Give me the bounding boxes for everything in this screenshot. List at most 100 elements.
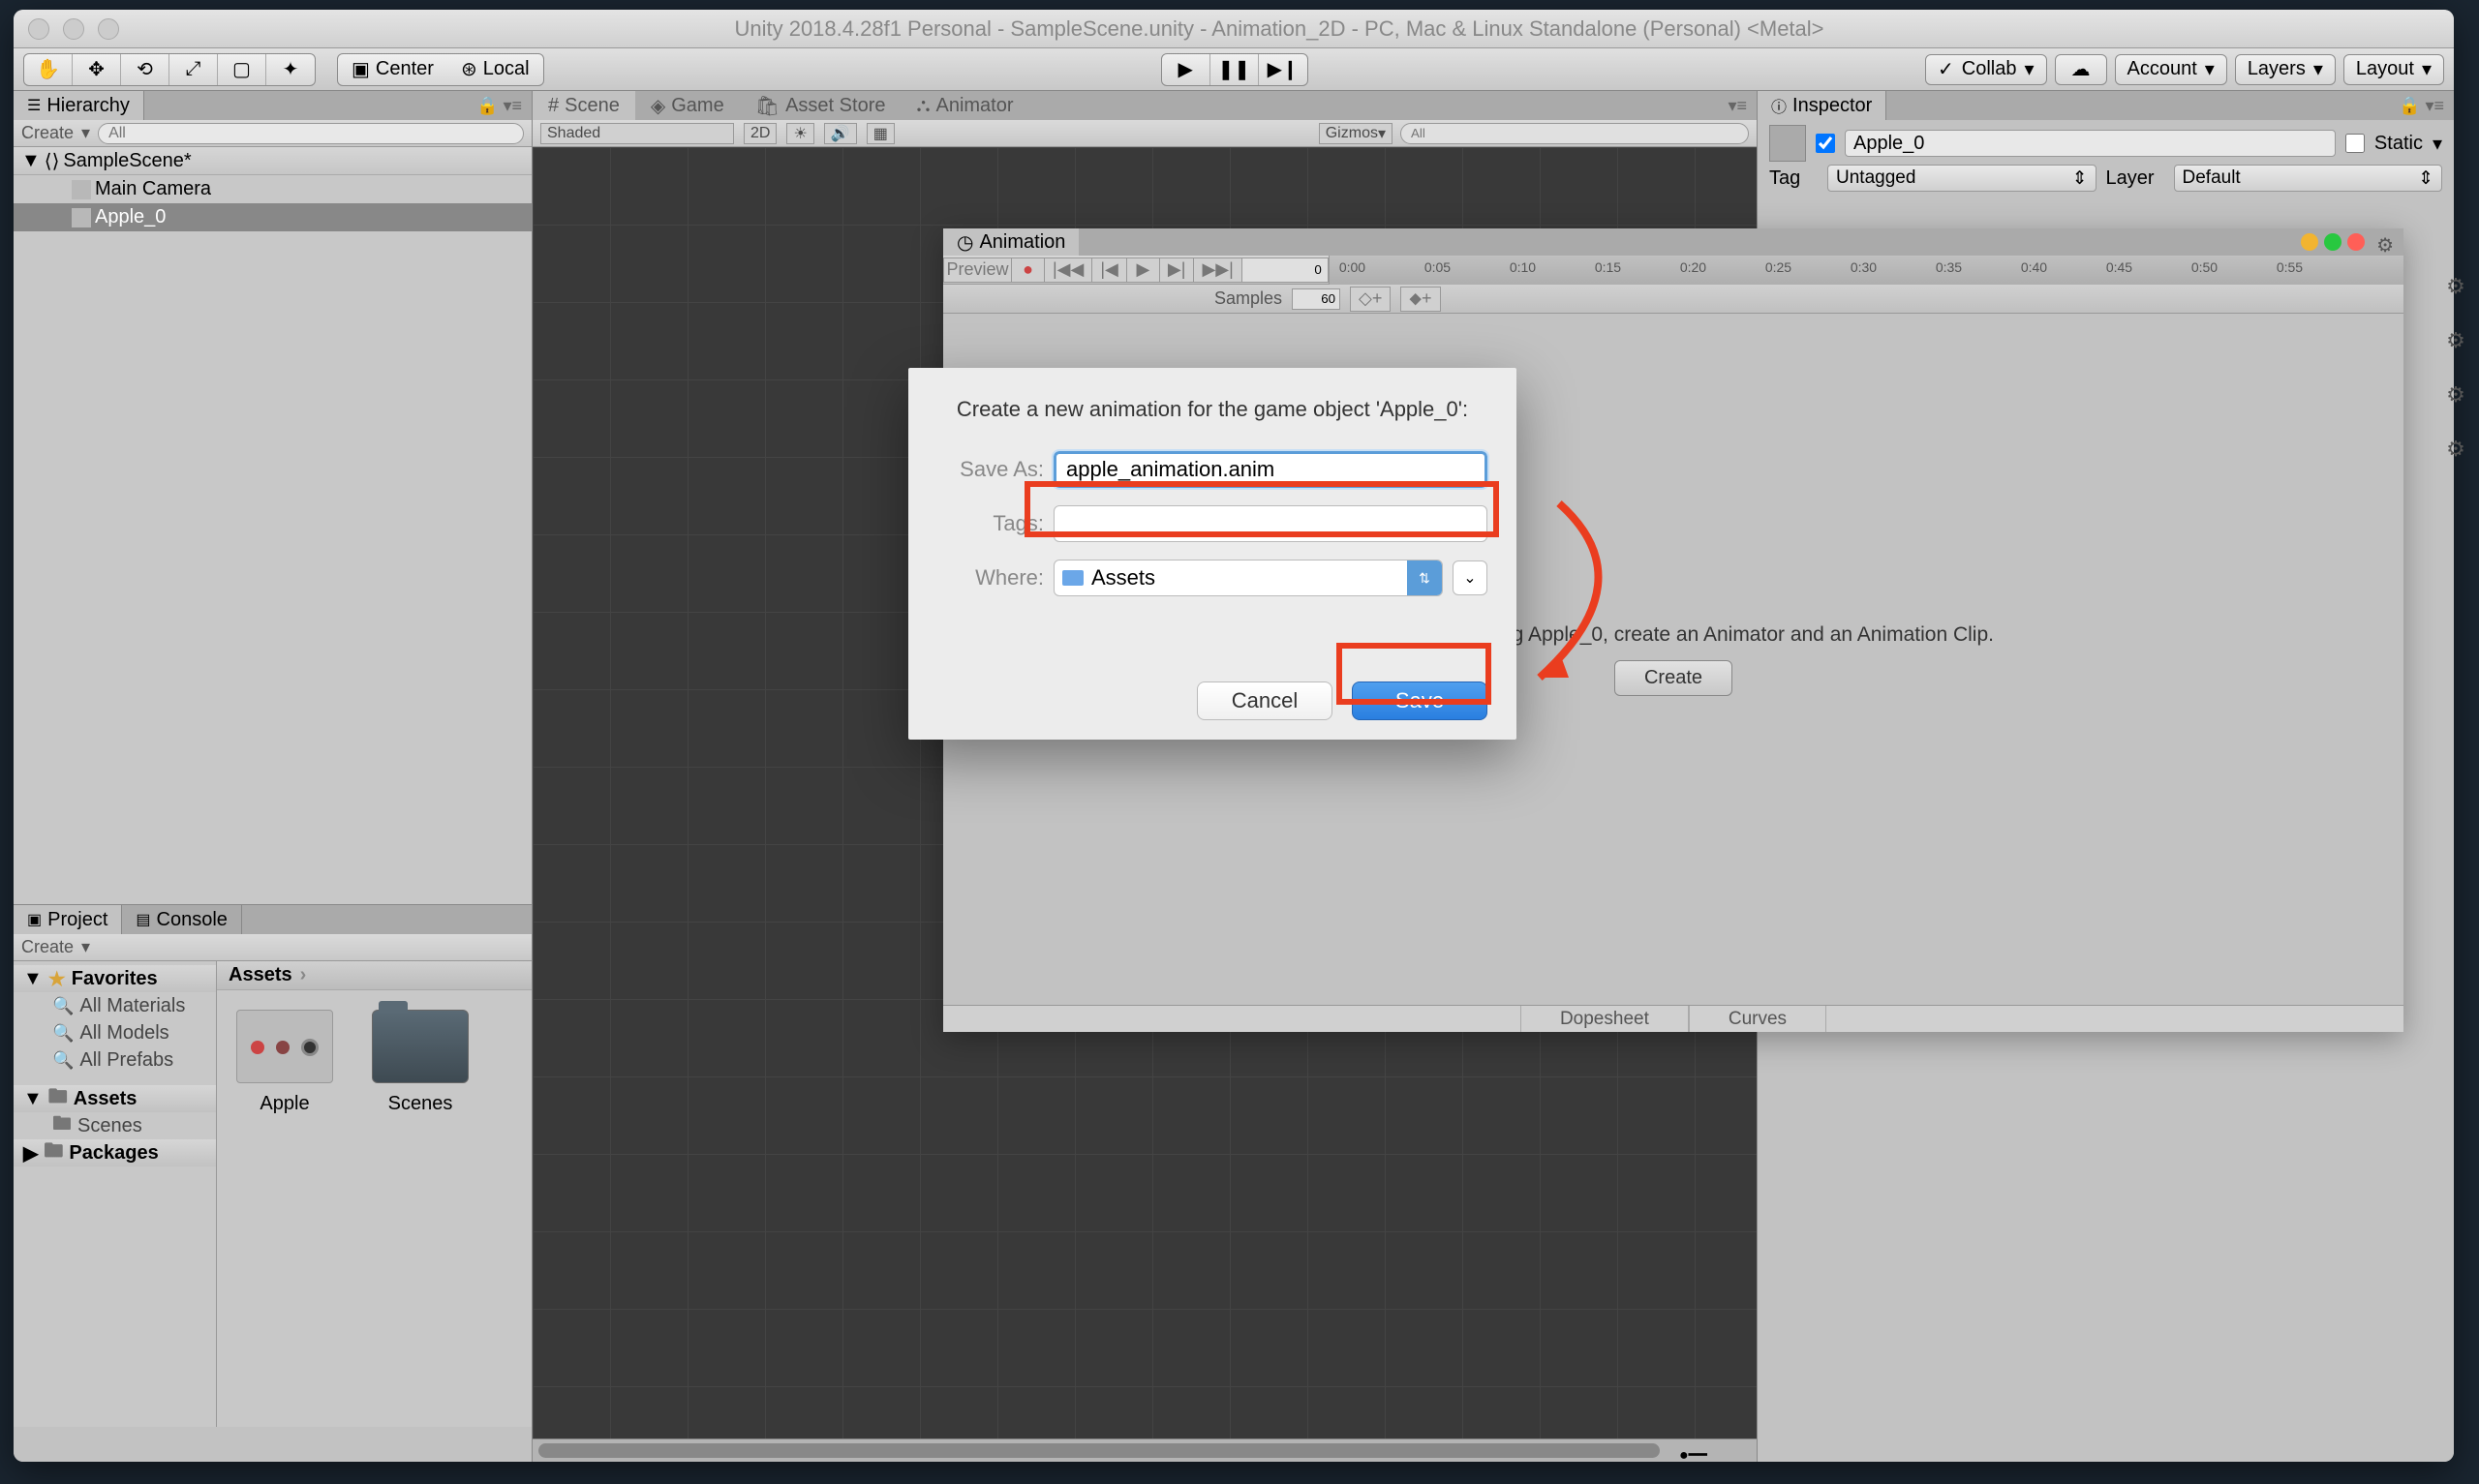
center-button[interactable]: ▣Center bbox=[338, 54, 447, 85]
2d-toggle[interactable]: 2D bbox=[744, 123, 777, 144]
game-tab[interactable]: ◈Game bbox=[635, 91, 740, 120]
collab-dropdown[interactable]: ✓Collab▾ bbox=[1925, 54, 2047, 85]
panel-menu[interactable]: ▾≡ bbox=[1728, 96, 1757, 116]
frame-field[interactable] bbox=[1241, 257, 1329, 283]
minimize-icon[interactable] bbox=[2301, 233, 2318, 251]
scene-root[interactable]: ▼ ⟨⟩ SampleScene* bbox=[14, 147, 532, 175]
local-button[interactable]: ⊛Local bbox=[447, 54, 543, 85]
lighting-toggle[interactable]: ☀ bbox=[786, 123, 813, 144]
layout-dropdown[interactable]: Layout▾ bbox=[2343, 54, 2444, 85]
fx-toggle[interactable]: ▦ bbox=[867, 123, 895, 144]
tags-input[interactable] bbox=[1054, 505, 1487, 542]
folder-item[interactable]: 🖿Scenes bbox=[14, 1112, 216, 1139]
create-dropdown[interactable]: Create bbox=[21, 123, 74, 143]
where-dropdown[interactable]: Assets ⇅ bbox=[1054, 560, 1443, 596]
scene-tab[interactable]: #Scene bbox=[533, 91, 635, 120]
hierarchy-item[interactable]: Main Camera bbox=[14, 175, 532, 203]
cancel-button[interactable]: Cancel bbox=[1197, 681, 1332, 720]
packages-header[interactable]: ▶ 🖿 Packages bbox=[14, 1139, 216, 1166]
scene-search[interactable] bbox=[1400, 123, 1749, 144]
scale-tool[interactable]: ⤢ bbox=[169, 54, 218, 85]
gear-icon[interactable]: ⚙ bbox=[2376, 233, 2394, 257]
component-gear-icon[interactable]: ⚙ bbox=[2440, 325, 2471, 356]
layers-dropdown[interactable]: Layers▾ bbox=[2235, 54, 2336, 85]
close-window-button[interactable] bbox=[28, 18, 49, 40]
asset-store-tab[interactable]: 🛍Asset Store bbox=[740, 91, 902, 120]
close-icon[interactable] bbox=[2347, 233, 2365, 251]
project-tab[interactable]: ▣Project bbox=[14, 905, 122, 934]
assets-grid[interactable]: Apple Scenes bbox=[217, 990, 532, 1135]
hand-tool[interactable]: ✋ bbox=[24, 54, 73, 85]
curves-tab[interactable]: Curves bbox=[1689, 1006, 1826, 1032]
move-tool[interactable]: ✥ bbox=[73, 54, 121, 85]
cloud-button[interactable]: ☁ bbox=[2055, 54, 2107, 85]
project-tree[interactable]: ▼ ★ Favorites 🔍All Materials 🔍All Models… bbox=[14, 961, 217, 1427]
lock-icon[interactable]: 🔒 ▾≡ bbox=[476, 96, 532, 116]
hierarchy-tab[interactable]: ☰Hierarchy bbox=[14, 91, 144, 120]
favorites-header[interactable]: ▼ ★ Favorites bbox=[14, 965, 216, 992]
step-button[interactable]: ▶❙ bbox=[1259, 54, 1307, 85]
chevron-down-icon[interactable]: ▾ bbox=[2433, 132, 2442, 156]
window-title: Unity 2018.4.28f1 Personal - SampleScene… bbox=[119, 16, 2439, 42]
create-dropdown[interactable]: Create bbox=[21, 937, 74, 957]
account-dropdown[interactable]: Account▾ bbox=[2115, 54, 2227, 85]
asset-item[interactable]: Apple bbox=[236, 1010, 333, 1115]
chevron-down-icon: ▾ bbox=[2024, 57, 2034, 81]
tag-dropdown[interactable]: Untagged⇕ bbox=[1827, 165, 2096, 192]
scrollbar-thumb[interactable] bbox=[538, 1443, 1660, 1458]
play-button[interactable]: ▶ bbox=[1162, 54, 1210, 85]
zoom-slider[interactable]: ●━━ bbox=[1679, 1445, 1737, 1457]
shading-dropdown[interactable]: Shaded bbox=[540, 123, 734, 144]
preview-button[interactable]: Preview bbox=[943, 257, 1011, 283]
expand-button[interactable]: ⌄ bbox=[1453, 560, 1487, 595]
favorite-item[interactable]: 🔍All Materials bbox=[14, 992, 216, 1019]
add-event-button[interactable]: ⬥+ bbox=[1400, 287, 1440, 312]
play-button[interactable]: ▶ bbox=[1126, 257, 1159, 283]
component-gear-icon[interactable]: ⚙ bbox=[2440, 379, 2471, 410]
record-button[interactable]: ● bbox=[1011, 257, 1044, 283]
prev-frame-button[interactable]: |◀ bbox=[1091, 257, 1126, 283]
asset-item[interactable]: Scenes bbox=[372, 1010, 469, 1115]
static-checkbox[interactable] bbox=[2345, 134, 2365, 153]
last-frame-button[interactable]: ▶▶| bbox=[1193, 257, 1240, 283]
console-tab[interactable]: ▤Console bbox=[122, 905, 242, 934]
component-gear-icon[interactable]: ⚙ bbox=[2440, 271, 2471, 302]
next-frame-button[interactable]: ▶| bbox=[1159, 257, 1194, 283]
assets-header[interactable]: ▼ 🖿 Assets bbox=[14, 1085, 216, 1112]
hierarchy-tree[interactable]: ▼ ⟨⟩ SampleScene* Main Camera Apple_0 bbox=[14, 147, 532, 904]
create-animation-button[interactable]: Create bbox=[1614, 660, 1732, 696]
save-as-input[interactable] bbox=[1054, 451, 1487, 488]
component-gear-icon[interactable]: ⚙ bbox=[2440, 434, 2471, 465]
active-checkbox[interactable] bbox=[1816, 134, 1835, 153]
audio-toggle[interactable]: 🔊 bbox=[824, 123, 857, 144]
timeline-ruler[interactable]: 0:000:050:100:150:200:250:300:350:400:45… bbox=[1329, 256, 2403, 285]
gizmos-dropdown[interactable]: Gizmos ▾ bbox=[1319, 123, 1393, 144]
rotate-tool[interactable]: ⟲ bbox=[121, 54, 169, 85]
rect-tool[interactable]: ▢ bbox=[218, 54, 266, 85]
samples-field[interactable] bbox=[1292, 288, 1340, 310]
pause-button[interactable]: ❚❚ bbox=[1210, 54, 1259, 85]
favorite-item[interactable]: 🔍All Models bbox=[14, 1019, 216, 1046]
animation-titlebar[interactable]: ◷Animation ⚙ bbox=[943, 228, 2403, 256]
lock-icon[interactable]: 🔒 ▾≡ bbox=[2399, 96, 2454, 116]
zoom-window-button[interactable] bbox=[98, 18, 119, 40]
animation-tab[interactable]: ◷Animation bbox=[943, 228, 1079, 256]
transform-tool[interactable]: ✦ bbox=[266, 54, 315, 85]
zoom-icon[interactable] bbox=[2324, 233, 2341, 251]
hierarchy-search[interactable] bbox=[98, 123, 524, 144]
add-keyframe-button[interactable]: ◇+ bbox=[1350, 287, 1391, 312]
center-icon: ▣ bbox=[352, 57, 370, 81]
object-name-field[interactable] bbox=[1845, 130, 2336, 157]
first-frame-button[interactable]: |◀◀ bbox=[1044, 257, 1091, 283]
save-button[interactable]: Save bbox=[1352, 681, 1487, 720]
inspector-tab[interactable]: ⓘInspector bbox=[1758, 91, 1886, 120]
layer-dropdown[interactable]: Default⇕ bbox=[2174, 165, 2443, 192]
minimize-window-button[interactable] bbox=[63, 18, 84, 40]
ruler-mark: 0:50 bbox=[2191, 259, 2218, 275]
hierarchy-item-selected[interactable]: Apple_0 bbox=[14, 203, 532, 231]
dopesheet-tab[interactable]: Dopesheet bbox=[1520, 1006, 1689, 1032]
favorite-item[interactable]: 🔍All Prefabs bbox=[14, 1046, 216, 1074]
breadcrumb[interactable]: Assets › bbox=[217, 961, 532, 990]
animator-tab[interactable]: ⛬Animator bbox=[901, 91, 1028, 120]
scene-scrollbar[interactable]: ●━━ bbox=[533, 1439, 1757, 1462]
